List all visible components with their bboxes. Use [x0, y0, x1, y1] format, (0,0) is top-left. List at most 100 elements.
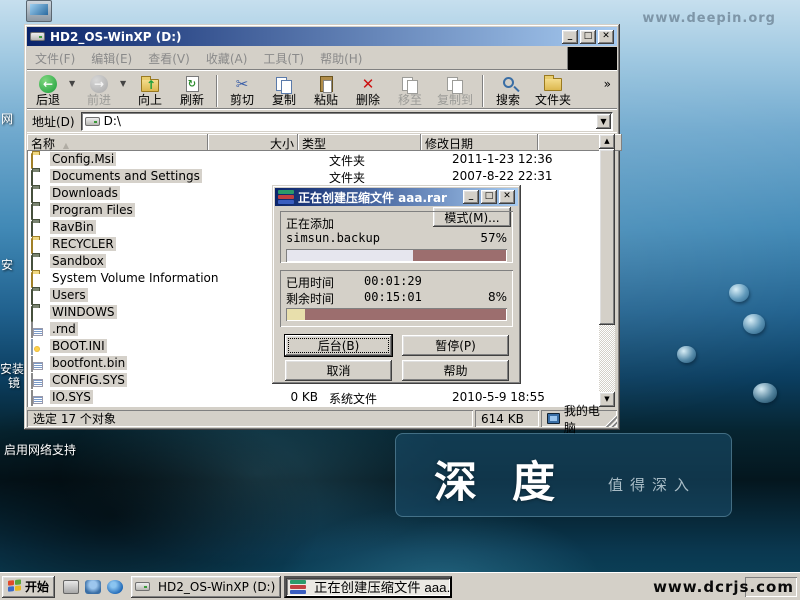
- file-name[interactable]: .rnd: [50, 322, 78, 336]
- toolbar-separator: [482, 75, 484, 107]
- banner-title: 深 度: [434, 448, 565, 510]
- paste-button[interactable]: 粘贴: [305, 73, 347, 107]
- folder-icon: [31, 221, 33, 235]
- file-row[interactable]: Documents and Settings 文件夹 2007-8-22 22:…: [28, 168, 599, 185]
- menu-favorites[interactable]: 收藏(A): [198, 47, 256, 70]
- column-header-type[interactable]: 类型: [298, 134, 421, 151]
- minimize-button[interactable]: _: [463, 190, 479, 204]
- folder-icon: [31, 289, 33, 303]
- file-name[interactable]: Downloads: [50, 186, 120, 200]
- file-name[interactable]: Config.Msi: [50, 152, 116, 166]
- internet-explorer-icon[interactable]: [107, 580, 123, 594]
- maximize-button[interactable]: □: [580, 30, 596, 44]
- up-button[interactable]: ↑ 向上: [129, 73, 171, 107]
- water-droplet: [729, 284, 749, 302]
- column-header-size[interactable]: 大小: [208, 134, 298, 151]
- back-button[interactable]: ← 后退: [27, 73, 69, 107]
- file-name[interactable]: Users: [50, 288, 88, 302]
- taskbar: 开始 HD2_OS-WinXP (D:) 正在创建压缩文件 aaa... www…: [0, 572, 800, 600]
- desktop-icon-label-network[interactable]: 启用网络支持: [4, 441, 76, 458]
- remaining-label: 剩余时间: [286, 292, 334, 306]
- help-button[interactable]: 帮助: [402, 360, 509, 381]
- pause-button[interactable]: 暂停(P): [402, 335, 509, 356]
- column-header-name[interactable]: 名称 ▲: [27, 134, 208, 151]
- desktop-icon-label-fragment[interactable]: 镜: [8, 374, 20, 391]
- menu-tools[interactable]: 工具(T): [255, 47, 312, 70]
- menu-view[interactable]: 查看(V): [140, 47, 198, 70]
- file-name[interactable]: Program Files: [50, 203, 135, 217]
- menu-help[interactable]: 帮助(H): [312, 47, 370, 70]
- resize-grip[interactable]: [604, 414, 617, 427]
- close-button[interactable]: ✕: [499, 190, 515, 204]
- address-label: 地址(D): [27, 113, 81, 130]
- winrar-icon: [290, 580, 306, 594]
- system-file-icon: [31, 357, 33, 371]
- banner-subtitle: 值得深入: [608, 474, 696, 495]
- file-name[interactable]: IO.SYS: [50, 390, 93, 404]
- folder-icon: [31, 306, 33, 320]
- copy-button[interactable]: 复制: [263, 73, 305, 107]
- current-file-panel: 正在添加 simsun.backup 57%: [280, 211, 513, 263]
- close-button[interactable]: ✕: [598, 30, 614, 44]
- file-name[interactable]: WINDOWS: [50, 305, 117, 319]
- file-name[interactable]: CONFIG.SYS: [50, 373, 127, 387]
- file-name[interactable]: System Volume Information: [50, 271, 220, 285]
- delete-button[interactable]: ✕ 删除: [347, 73, 389, 107]
- drive-icon: [85, 117, 100, 126]
- file-name[interactable]: BOOT.INI: [50, 339, 107, 353]
- menu-edit[interactable]: 编辑(E): [83, 47, 140, 70]
- desktop-icon-label-fragment[interactable]: 安: [1, 256, 13, 273]
- address-input[interactable]: D:\ ▼: [81, 112, 613, 131]
- folder-up-icon: ↑: [129, 74, 171, 94]
- refresh-button[interactable]: ↻ 刷新: [171, 73, 213, 107]
- file-row[interactable]: Config.Msi 文件夹 2011-1-23 12:36: [28, 151, 599, 168]
- file-name[interactable]: Documents and Settings: [50, 169, 202, 183]
- back-dropdown-icon[interactable]: ▼: [69, 73, 78, 88]
- deepin-banner: 深 度 值得深入: [395, 433, 732, 517]
- search-button[interactable]: 搜索: [487, 73, 529, 107]
- file-progress-fill: [287, 250, 413, 261]
- file-name[interactable]: bootfont.bin: [50, 356, 127, 370]
- file-name[interactable]: RavBin: [50, 220, 96, 234]
- folder-icon: [31, 170, 33, 184]
- taskbar-button-explorer[interactable]: HD2_OS-WinXP (D:): [131, 576, 281, 598]
- folder-icon: [31, 153, 33, 167]
- elapsed-value: 00:01:29: [364, 274, 422, 288]
- drive-icon: [135, 582, 150, 591]
- scroll-up-icon[interactable]: ▲: [599, 134, 615, 149]
- taskbar-button-winrar[interactable]: 正在创建压缩文件 aaa...: [284, 576, 452, 598]
- folders-button[interactable]: 文件夹: [529, 73, 577, 107]
- background-button[interactable]: 后台(B): [285, 335, 392, 356]
- cancel-button[interactable]: 取消: [285, 360, 392, 381]
- forward-button[interactable]: → 前进: [78, 73, 120, 107]
- desktop-icon-label-fragment[interactable]: 网: [1, 110, 13, 127]
- vertical-scrollbar[interactable]: ▲ ▼: [599, 134, 615, 407]
- move-to-button[interactable]: 移至: [389, 73, 431, 107]
- start-button[interactable]: 开始: [2, 576, 55, 598]
- file-name[interactable]: Sandbox: [50, 254, 106, 268]
- explorer-titlebar[interactable]: HD2_OS-WinXP (D:) _ □ ✕: [27, 27, 617, 46]
- column-header-date[interactable]: 修改日期: [421, 134, 538, 151]
- move-to-icon: [389, 74, 431, 94]
- refresh-icon: ↻: [171, 74, 213, 94]
- delete-x-icon: ✕: [347, 74, 389, 94]
- winrar-titlebar[interactable]: 正在创建压缩文件 aaa.rar _ □ ✕: [275, 188, 518, 206]
- user-icon[interactable]: [85, 580, 101, 594]
- show-desktop-icon[interactable]: [63, 580, 79, 594]
- toolbar-overflow-chevron[interactable]: »: [604, 73, 617, 91]
- sort-ascending-icon: ▲: [63, 141, 69, 150]
- scrollbar-thumb[interactable]: [599, 149, 615, 325]
- file-name[interactable]: RECYCLER: [50, 237, 116, 251]
- maximize-button[interactable]: □: [481, 190, 497, 204]
- copy-to-button[interactable]: 复制到: [431, 73, 479, 107]
- clipboard-icon: [305, 74, 347, 94]
- my-computer-desktop-icon[interactable]: [26, 0, 52, 22]
- file-row[interactable]: IO.SYS 0 KB 系统文件 2010-5-9 18:55: [28, 389, 599, 406]
- menu-file[interactable]: 文件(F): [27, 47, 83, 70]
- address-dropdown-icon[interactable]: ▼: [596, 114, 611, 129]
- file-percent: 57%: [480, 231, 507, 245]
- forward-dropdown-icon[interactable]: ▼: [120, 73, 129, 88]
- status-selected: 选定 17 个对象: [27, 410, 473, 427]
- minimize-button[interactable]: _: [562, 30, 578, 44]
- cut-button[interactable]: ✂ 剪切: [221, 73, 263, 107]
